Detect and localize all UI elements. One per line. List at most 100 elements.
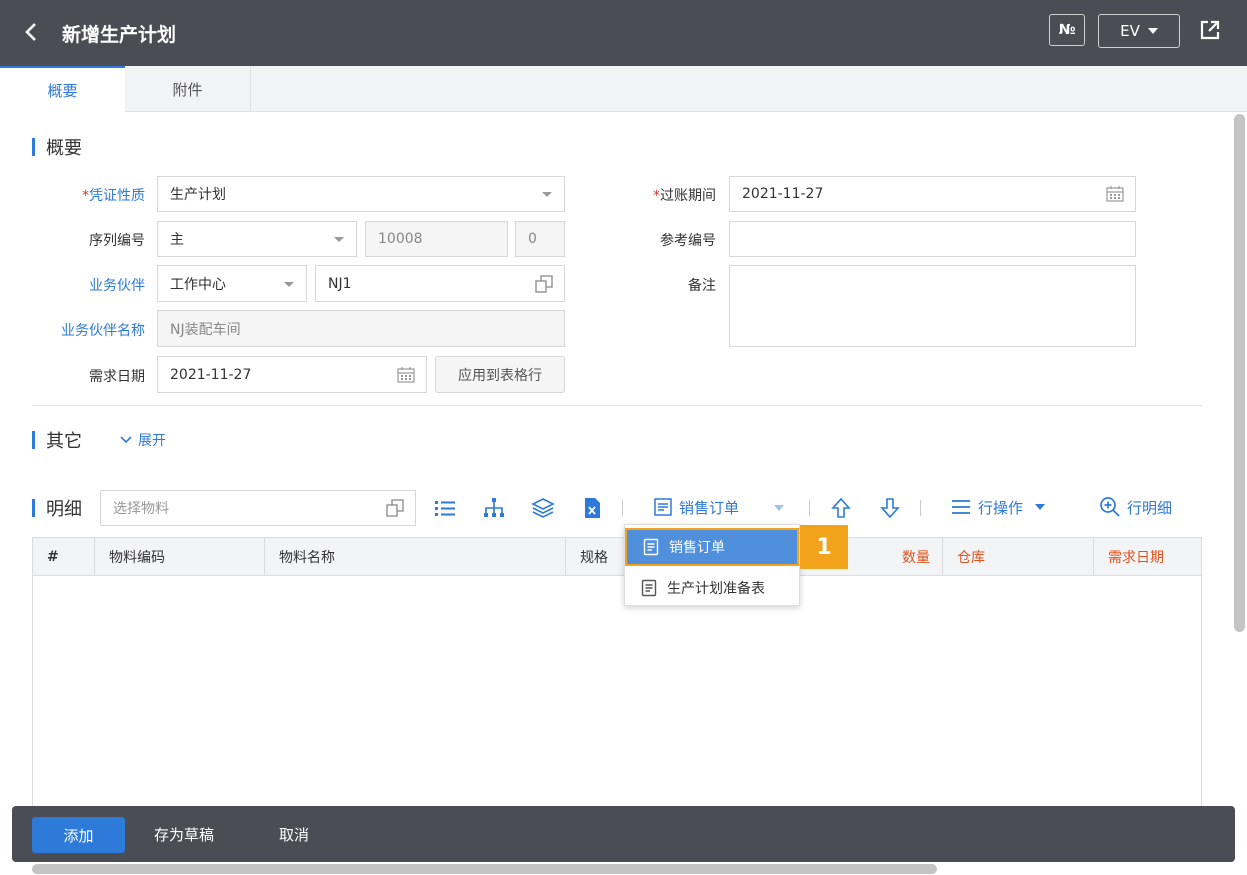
hierarchy-icon[interactable]	[482, 496, 506, 520]
row-detail-label: 行明细	[1127, 498, 1173, 517]
save-draft-button[interactable]: 存为草稿	[154, 824, 214, 845]
caret-down-icon[interactable]	[774, 505, 784, 511]
dropdown-item-production-prep[interactable]: 生产计划准备表	[625, 569, 799, 607]
move-down-icon[interactable]	[878, 496, 902, 520]
open-external-icon[interactable]	[1198, 18, 1222, 42]
tab-overview[interactable]: 概要	[0, 66, 125, 112]
document-icon	[643, 538, 659, 556]
partner-type-select[interactable]: 工作中心	[157, 265, 307, 302]
caret-down-icon	[1147, 28, 1158, 34]
series-value: 主	[170, 232, 184, 248]
document-icon	[641, 579, 657, 597]
copy-icon[interactable]	[534, 274, 554, 294]
table-header: # 物料编码 物料名称 规格 数量 仓库 需求日期	[33, 538, 1201, 576]
section-divider	[32, 405, 1202, 406]
reference-field[interactable]	[729, 221, 1136, 257]
remark-label: 备注	[688, 278, 716, 294]
remark-textarea[interactable]	[729, 265, 1136, 347]
voucher-type-value: 生产计划	[170, 187, 226, 203]
caret-down-icon	[542, 192, 552, 197]
document-suffix-field: 0	[515, 221, 565, 257]
tab-attachments[interactable]: 附件	[125, 66, 251, 112]
required-mark: *	[82, 188, 89, 204]
app-header: 新增生产计划 № EV	[0, 0, 1247, 66]
partner-label: 业务伙伴	[89, 278, 145, 294]
sales-order-label: 销售订单	[679, 498, 740, 517]
posting-date-value: 2021-11-27	[742, 186, 824, 202]
vertical-scrollbar[interactable]	[1234, 114, 1245, 632]
row-operations-label: 行操作	[978, 498, 1024, 517]
section-marker	[32, 138, 35, 156]
caret-down-icon	[334, 237, 344, 242]
apply-to-rows-button[interactable]: 应用到表格行	[435, 356, 565, 393]
list-icon[interactable]	[433, 496, 457, 520]
row-operations-button[interactable]: 行操作	[950, 495, 1046, 519]
cancel-button[interactable]: 取消	[279, 824, 309, 845]
toolbar-separator	[622, 500, 623, 516]
chevron-down-icon	[120, 436, 132, 444]
calendar-icon[interactable]	[396, 365, 416, 385]
step-badge: 1	[800, 525, 848, 569]
move-up-icon[interactable]	[829, 496, 853, 520]
expand-link[interactable]: 展开	[120, 430, 166, 450]
document-icon	[654, 498, 672, 516]
required-date-value: 2021-11-27	[170, 366, 252, 383]
caret-down-icon	[284, 281, 294, 287]
column-quantity[interactable]: 数量	[863, 538, 943, 576]
add-button[interactable]: 添加	[32, 817, 125, 853]
excel-file-icon[interactable]	[580, 496, 604, 520]
reference-label: 参考编号	[660, 233, 716, 249]
column-index: #	[33, 538, 95, 576]
detail-table: # 物料编码 物料名称 规格 数量 仓库 需求日期	[32, 537, 1202, 837]
partner-name-field: NJ装配车间	[157, 310, 565, 347]
number-button[interactable]: №	[1049, 14, 1085, 46]
tab-bar: 概要 附件	[0, 66, 1247, 112]
language-select[interactable]: EV	[1098, 14, 1180, 48]
language-label: EV	[1120, 22, 1140, 40]
column-required-date[interactable]: 需求日期	[1093, 538, 1201, 576]
column-warehouse[interactable]: 仓库	[942, 538, 1094, 576]
toolbar-separator	[809, 500, 810, 516]
row-detail-button[interactable]: 行明细	[1099, 495, 1172, 519]
dropdown-item-label: 销售订单	[669, 540, 725, 556]
material-placeholder: 选择物料	[113, 501, 169, 517]
page-title: 新增生产计划	[62, 24, 177, 46]
section-marker	[32, 431, 35, 449]
action-bar: 添加 存为草稿 取消	[12, 806, 1235, 862]
partner-name-label: 业务伙伴名称	[61, 323, 145, 339]
column-material-code[interactable]: 物料编码	[95, 538, 265, 576]
required-date-label: 需求日期	[89, 369, 145, 385]
layers-icon[interactable]	[531, 496, 555, 520]
required-date-field[interactable]: 2021-11-27	[157, 356, 427, 393]
zoom-in-icon	[1100, 497, 1120, 517]
partner-type-value: 工作中心	[170, 276, 226, 293]
series-label: 序列编号	[89, 233, 145, 249]
expand-label: 展开	[138, 433, 166, 449]
back-arrow-icon[interactable]	[20, 20, 44, 44]
dropdown-item-label: 生产计划准备表	[667, 581, 765, 597]
sales-order-button[interactable]: 销售订单	[653, 495, 739, 519]
calendar-icon[interactable]	[1105, 184, 1125, 204]
section-marker	[32, 499, 35, 517]
posting-date-field[interactable]: 2021-11-27	[729, 176, 1136, 212]
column-material-name[interactable]: 物料名称	[265, 538, 566, 576]
material-search-input[interactable]: 选择物料	[100, 490, 416, 526]
posting-period-label: *过账期间	[653, 188, 716, 204]
toolbar-separator	[920, 500, 921, 516]
voucher-type-select[interactable]: 生产计划	[157, 176, 565, 212]
series-select[interactable]: 主	[157, 221, 357, 257]
document-number-field: 10008	[365, 221, 508, 257]
detail-section-title: 明细	[46, 499, 82, 520]
voucher-type-label: *凭证性质	[82, 188, 145, 204]
overview-section-title: 概要	[46, 138, 82, 159]
caret-down-icon	[1035, 504, 1046, 510]
others-section-title: 其它	[46, 431, 82, 452]
menu-icon	[952, 500, 970, 514]
dropdown-item-sales-order[interactable]: 销售订单	[625, 528, 799, 566]
copy-icon[interactable]	[385, 498, 405, 518]
sales-order-dropdown: 销售订单 生产计划准备表	[624, 524, 800, 606]
partner-code-field[interactable]: NJ1	[315, 265, 565, 302]
partner-code-value: NJ1	[328, 275, 352, 292]
required-mark: *	[653, 188, 660, 204]
horizontal-scrollbar[interactable]	[32, 864, 937, 874]
